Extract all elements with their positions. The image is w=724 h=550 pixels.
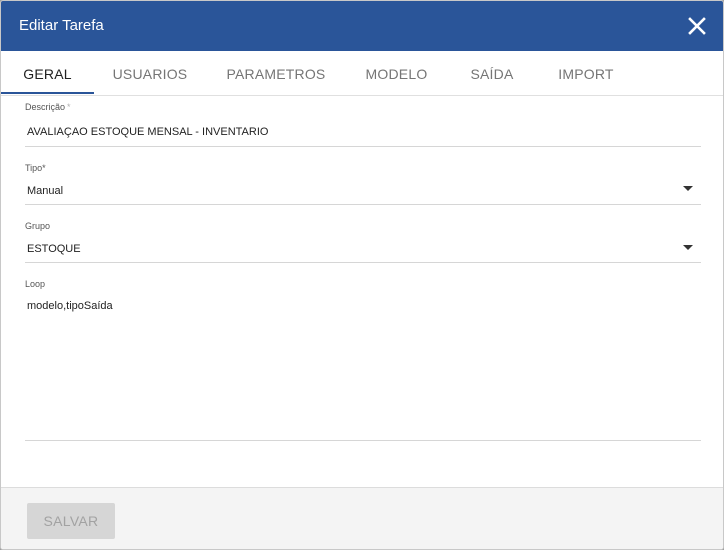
loop-input[interactable]: modelo,tipoSaída [27,300,113,312]
tipo-label: Tipo* [25,163,46,173]
tab-geral[interactable]: GERAL [1,51,94,96]
close-button[interactable] [685,14,709,38]
grupo-underline [25,262,701,263]
tab-import[interactable]: IMPORT [551,51,621,96]
dialog-header: Editar Tarefa [1,1,723,51]
descricao-underline [25,146,701,147]
edit-task-dialog: Editar Tarefa GERAL USUARIOS PARAMETROS … [0,0,724,550]
tab-modelo[interactable]: MODELO [359,51,434,96]
tipo-select[interactable]: Tipo* Manual [25,163,701,207]
grupo-select[interactable]: Grupo ESTOQUE [25,221,701,265]
descricao-field[interactable]: Descrição * AVALIAÇAO ESTOQUE MENSAL - IN… [25,102,701,148]
tab-parametros[interactable]: PARAMETROS [221,51,331,96]
tipo-selected-value[interactable]: Manual [27,185,63,197]
grupo-label: Grupo [25,221,51,231]
grupo-selected-value[interactable]: ESTOQUE [27,243,81,255]
tipo-dropdown-arrow-icon[interactable] [683,186,693,191]
tab-bar: GERAL USUARIOS PARAMETROS MODELO SAÍDA I… [1,51,723,96]
grupo-dropdown-arrow-icon[interactable] [683,245,693,250]
descricao-label: Descrição * [25,102,71,112]
loop-underline [25,440,701,441]
loop-label: Loop [25,279,46,289]
save-button[interactable]: SALVAR [27,503,115,539]
dialog-footer: SALVAR [1,487,723,549]
active-tab-indicator [1,92,94,94]
tipo-underline [25,204,701,205]
tab-usuarios[interactable]: USUARIOS [105,51,195,96]
descricao-input[interactable]: AVALIAÇAO ESTOQUE MENSAL - INVENTARIO [27,126,268,138]
dialog-title: Editar Tarefa [19,17,104,34]
loop-textarea[interactable]: Loop modelo,tipoSaída [25,279,701,442]
close-icon [688,17,706,35]
tab-saida[interactable]: SAÍDA [463,51,521,96]
